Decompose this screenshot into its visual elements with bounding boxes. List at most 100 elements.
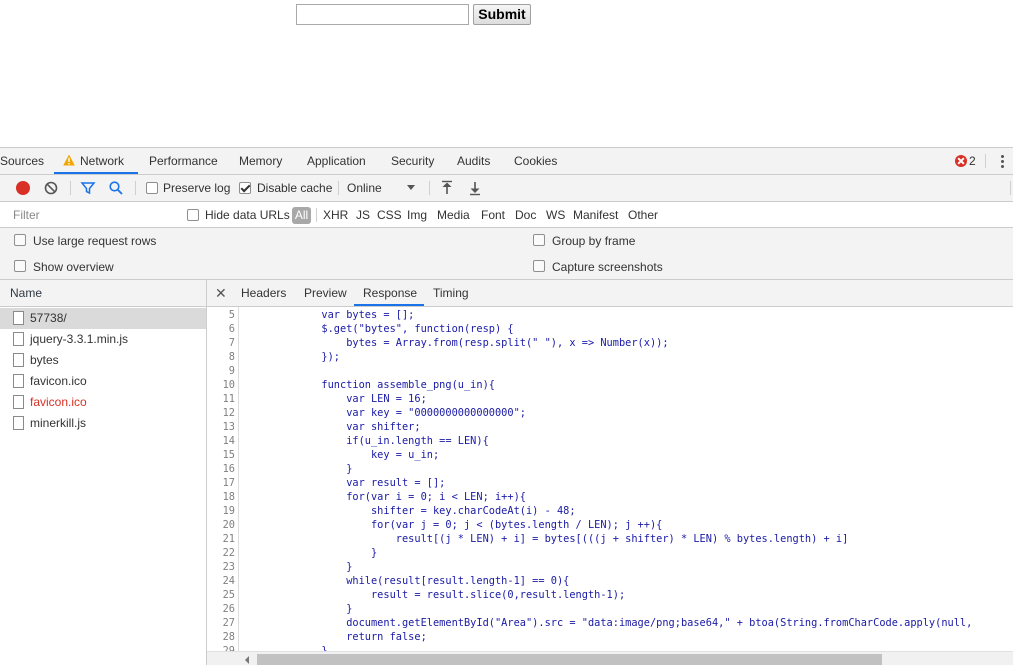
import-har-icon[interactable] — [439, 180, 455, 196]
code-line: var bytes = []; — [247, 309, 415, 321]
code-line: document.getElementById("Area").src = "d… — [247, 617, 973, 629]
code-line: for(var j = 0; j < (bytes.length / LEN);… — [247, 519, 663, 531]
code-line: var LEN = 16; — [247, 393, 427, 405]
type-filter-media[interactable]: Media — [437, 207, 470, 224]
code-line: if(u_in.length == LEN){ — [247, 435, 489, 447]
submit-button[interactable]: Submit — [473, 4, 531, 25]
request-row[interactable]: 57738/ — [0, 308, 206, 329]
line-number: 10 — [222, 379, 235, 391]
code-line: bytes = Array.from(resp.split(" "), x =>… — [247, 337, 669, 349]
request-list: Name 57738/ jquery-3.3.1.min.js bytes fa… — [0, 280, 207, 665]
type-filter-xhr[interactable]: XHR — [323, 207, 348, 224]
disable-cache-checkbox[interactable] — [239, 182, 251, 194]
request-row-error[interactable]: favicon.ico — [0, 392, 206, 413]
request-row[interactable]: minerkill.js — [0, 413, 206, 434]
network-toolbar: Preserve log Disable cache Online — [0, 175, 1013, 202]
group-by-frame-checkbox[interactable] — [533, 234, 545, 246]
request-row[interactable]: jquery-3.3.1.min.js — [0, 329, 206, 350]
line-number-gutter: 5 6 7 8 9 10 11 12 13 14 15 16 17 18 19 20 21 22 23 24 25 26 2… — [207, 307, 239, 651]
code-line: } — [247, 463, 353, 475]
tab-security[interactable]: Security — [391, 148, 434, 174]
tab-preview[interactable]: Preview — [304, 280, 347, 306]
line-number: 6 — [228, 323, 235, 335]
line-number: 21 — [222, 533, 235, 545]
search-icon[interactable] — [108, 180, 124, 196]
large-rows-checkbox[interactable] — [14, 234, 26, 246]
tab-cookies[interactable]: Cookies — [514, 148, 557, 174]
tab-response[interactable]: Response — [363, 280, 417, 306]
tab-application[interactable]: Application — [307, 148, 366, 174]
clear-icon[interactable] — [43, 180, 59, 196]
tab-headers[interactable]: Headers — [241, 280, 286, 306]
line-number: 15 — [222, 449, 235, 461]
file-icon — [13, 332, 24, 346]
type-filter-all[interactable]: All — [292, 207, 311, 224]
tab-audits[interactable]: Audits — [457, 148, 490, 174]
filter-icon[interactable] — [80, 180, 96, 196]
preserve-log-checkbox[interactable] — [146, 182, 158, 194]
type-filter-js[interactable]: JS — [356, 207, 370, 224]
line-number: 20 — [222, 519, 235, 531]
code-line: function assemble_png(u_in){ — [247, 379, 495, 391]
hide-data-urls-checkbox[interactable] — [187, 209, 199, 221]
request-detail-pane: ✕ Headers Preview Response Timing 5 6 7 8 9 1… — [207, 280, 1013, 665]
response-code-view[interactable]: 5 6 7 8 9 10 11 12 13 14 15 16 17 18 19 20 21 22 23 24 25 26 2… — [207, 307, 1013, 651]
code-line: } — [247, 547, 378, 559]
capture-screenshots-checkbox[interactable] — [533, 260, 545, 272]
type-filter-css[interactable]: CSS — [377, 207, 402, 224]
tab-memory[interactable]: Memory — [239, 148, 282, 174]
divider — [985, 154, 986, 168]
code-line: var result = []; — [247, 477, 446, 489]
file-icon — [13, 311, 24, 325]
chevron-down-icon[interactable] — [407, 185, 415, 190]
type-filter-other[interactable]: Other — [628, 207, 658, 224]
tab-timing[interactable]: Timing — [433, 280, 469, 306]
horizontal-scrollbar[interactable] — [207, 651, 1013, 665]
line-number: 9 — [228, 365, 235, 377]
request-name: 57738/ — [30, 311, 67, 325]
tab-performance[interactable]: Performance — [149, 148, 218, 174]
line-number: 29 — [222, 645, 235, 651]
tab-sources[interactable]: Sources — [0, 148, 44, 174]
type-filter-img[interactable]: Img — [407, 207, 427, 224]
scrollbar-thumb[interactable] — [257, 654, 882, 665]
scroll-left-icon[interactable] — [245, 656, 249, 664]
request-name: jquery-3.3.1.min.js — [30, 332, 129, 346]
more-options-icon[interactable] — [996, 154, 1008, 170]
line-number: 25 — [222, 589, 235, 601]
close-icon[interactable]: ✕ — [215, 280, 227, 306]
error-icon[interactable] — [955, 155, 967, 167]
code-line: while(result[result.length-1] == 0){ — [247, 575, 570, 587]
detail-tab-bar: ✕ Headers Preview Response Timing — [207, 280, 1013, 307]
divider — [70, 181, 71, 195]
request-name: favicon.ico — [30, 395, 87, 409]
name-column-header[interactable]: Name — [0, 280, 206, 307]
type-filter-ws[interactable]: WS — [546, 207, 565, 224]
record-button[interactable] — [16, 181, 30, 195]
text-input[interactable] — [296, 4, 469, 25]
export-har-icon[interactable] — [467, 180, 483, 196]
type-filter-doc[interactable]: Doc — [515, 207, 536, 224]
type-filter-manifest[interactable]: Manifest — [573, 207, 618, 224]
line-number: 17 — [222, 477, 235, 489]
hide-data-urls-label: Hide data URLs — [205, 208, 290, 222]
code-line: for(var i = 0; i < LEN; i++){ — [247, 491, 526, 503]
line-number: 12 — [222, 407, 235, 419]
error-count[interactable]: 2 — [969, 148, 976, 174]
file-icon — [13, 353, 24, 367]
request-name: favicon.ico — [30, 374, 87, 388]
show-overview-checkbox[interactable] — [14, 260, 26, 272]
request-name: minerkill.js — [30, 416, 87, 430]
tab-network[interactable]: Network — [80, 148, 124, 174]
code-line: } — [247, 561, 353, 573]
type-filter-font[interactable]: Font — [481, 207, 505, 224]
filter-input[interactable] — [9, 206, 175, 224]
code-line: $.get("bytes", function(resp) { — [247, 323, 514, 335]
line-number: 8 — [228, 351, 235, 363]
line-number: 24 — [222, 575, 235, 587]
capture-screenshots-label: Capture screenshots — [552, 260, 663, 274]
line-number: 27 — [222, 617, 235, 629]
page-content: Submit — [0, 0, 1013, 147]
request-row[interactable]: favicon.ico — [0, 371, 206, 392]
request-row[interactable]: bytes — [0, 350, 206, 371]
